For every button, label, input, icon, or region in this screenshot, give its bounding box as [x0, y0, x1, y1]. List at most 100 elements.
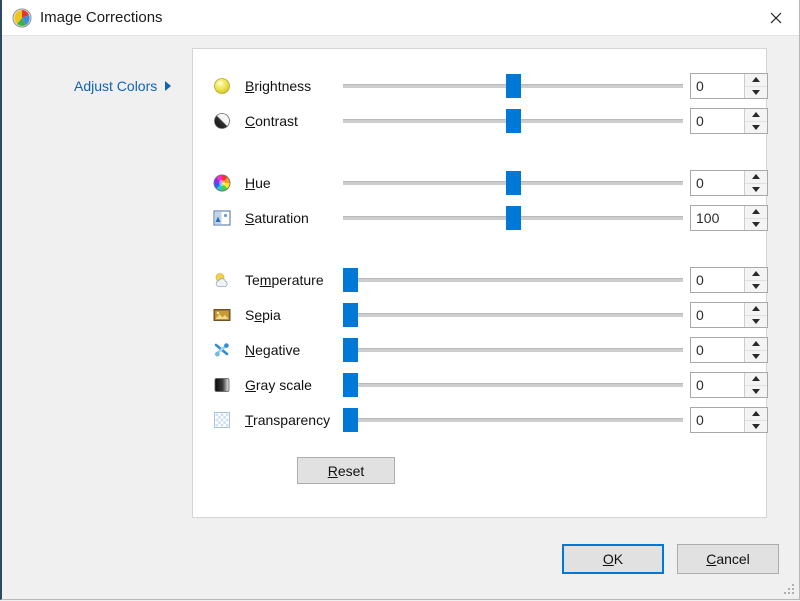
triangle-down-icon	[752, 283, 760, 289]
hue-wheel-icon	[213, 174, 231, 192]
resize-grip[interactable]	[783, 583, 796, 596]
triangle-up-icon	[752, 376, 760, 382]
contrast-icon	[213, 112, 231, 130]
slider-temperature[interactable]	[343, 266, 683, 294]
slider-hue[interactable]	[343, 169, 683, 197]
close-icon	[770, 12, 782, 24]
spinner-saturation[interactable]: 100	[690, 205, 768, 231]
triangle-up-icon	[752, 112, 760, 118]
spinner-down-hue[interactable]	[745, 184, 767, 196]
slider-thumb-brightness[interactable]	[506, 74, 521, 98]
triangle-down-icon	[752, 186, 760, 192]
spinner-brightness[interactable]: 0	[690, 73, 768, 99]
spinner-value-temperature[interactable]: 0	[691, 268, 744, 292]
title-bar: Image Corrections	[2, 0, 799, 36]
spinner-down-contrast[interactable]	[745, 122, 767, 134]
triangle-up-icon	[752, 341, 760, 347]
spinner-up-temperature[interactable]	[745, 268, 767, 281]
spinner-down-temperature[interactable]	[745, 281, 767, 293]
triangle-down-icon	[752, 388, 760, 394]
label-temperature: Temperature	[245, 272, 324, 288]
spinner-down-negative[interactable]	[745, 351, 767, 363]
spinner-value-saturation[interactable]: 100	[691, 206, 744, 230]
slider-saturation[interactable]	[343, 204, 683, 232]
color-palette-icon	[12, 8, 32, 28]
spinner-down-saturation[interactable]	[745, 219, 767, 231]
slider-sepia[interactable]	[343, 301, 683, 329]
spinner-buttons-sepia	[744, 303, 767, 327]
grayscale-icon	[213, 376, 231, 394]
spinner-down-gray-scale[interactable]	[745, 386, 767, 398]
negative-icon	[213, 341, 231, 359]
spinner-value-gray-scale[interactable]: 0	[691, 373, 744, 397]
spinner-value-transparency[interactable]: 0	[691, 408, 744, 432]
control-row-contrast: Contrast 0	[193, 107, 768, 135]
nav-item-adjust-colors-label: Adjust Colors	[74, 78, 158, 94]
slider-thumb-contrast[interactable]	[506, 109, 521, 133]
triangle-up-icon	[752, 411, 760, 417]
slider-negative[interactable]	[343, 336, 683, 364]
spinner-up-contrast[interactable]	[745, 109, 767, 122]
saturation-icon	[213, 209, 231, 227]
label-contrast: Contrast	[245, 113, 298, 129]
label-negative: Negative	[245, 342, 301, 358]
spinner-down-brightness[interactable]	[745, 87, 767, 99]
slider-track-sepia	[343, 313, 683, 317]
temperature-icon	[213, 271, 231, 289]
adjust-colors-panel: Brightness 0 Contrast 0 Hue 0 Saturation 100 Tem…	[192, 48, 768, 518]
spinner-value-brightness[interactable]: 0	[691, 74, 744, 98]
slider-thumb-transparency[interactable]	[343, 408, 358, 432]
slider-brightness[interactable]	[343, 72, 683, 100]
sepia-icon	[213, 306, 231, 324]
slider-thumb-temperature[interactable]	[343, 268, 358, 292]
spinner-temperature[interactable]: 0	[690, 267, 768, 293]
spinner-up-transparency[interactable]	[745, 408, 767, 421]
spinner-up-sepia[interactable]	[745, 303, 767, 316]
brightness-icon	[213, 77, 231, 95]
slider-contrast[interactable]	[343, 107, 683, 135]
spinner-down-sepia[interactable]	[745, 316, 767, 328]
spinner-value-negative[interactable]: 0	[691, 338, 744, 362]
spinner-buttons-contrast	[744, 109, 767, 133]
spinner-value-sepia[interactable]: 0	[691, 303, 744, 327]
spinner-hue[interactable]: 0	[690, 170, 768, 196]
slider-thumb-negative[interactable]	[343, 338, 358, 362]
ok-button[interactable]: OK	[562, 544, 664, 574]
slider-thumb-saturation[interactable]	[506, 206, 521, 230]
ok-button-label: OK	[602, 551, 624, 567]
spinner-value-contrast[interactable]: 0	[691, 109, 744, 133]
spinner-up-saturation[interactable]	[745, 206, 767, 219]
slider-transparency[interactable]	[343, 406, 683, 434]
spinner-value-hue[interactable]: 0	[691, 171, 744, 195]
spinner-buttons-temperature	[744, 268, 767, 292]
close-button[interactable]	[753, 0, 799, 35]
spinner-buttons-gray-scale	[744, 373, 767, 397]
spinner-sepia[interactable]: 0	[690, 302, 768, 328]
spinner-buttons-brightness	[744, 74, 767, 98]
reset-button[interactable]: Reset	[297, 457, 395, 484]
slider-thumb-hue[interactable]	[506, 171, 521, 195]
slider-thumb-gray-scale[interactable]	[343, 373, 358, 397]
spinner-gray-scale[interactable]: 0	[690, 372, 768, 398]
spinner-negative[interactable]: 0	[690, 337, 768, 363]
slider-track-gray-scale	[343, 383, 683, 387]
triangle-up-icon	[752, 209, 760, 215]
slider-thumb-sepia[interactable]	[343, 303, 358, 327]
triangle-up-icon	[752, 77, 760, 83]
transparency-icon	[213, 411, 231, 429]
nav-item-adjust-colors[interactable]: Adjust Colors	[74, 78, 172, 94]
spinner-contrast[interactable]: 0	[690, 108, 768, 134]
triangle-up-icon	[752, 306, 760, 312]
slider-gray-scale[interactable]	[343, 371, 683, 399]
control-row-negative: Negative 0	[193, 336, 768, 364]
spinner-down-transparency[interactable]	[745, 421, 767, 433]
spinner-transparency[interactable]: 0	[690, 407, 768, 433]
label-gray-scale: Gray scale	[245, 377, 312, 393]
spinner-up-negative[interactable]	[745, 338, 767, 351]
spinner-up-brightness[interactable]	[745, 74, 767, 87]
spinner-buttons-hue	[744, 171, 767, 195]
spinner-up-hue[interactable]	[745, 171, 767, 184]
cancel-button[interactable]: Cancel	[677, 544, 779, 574]
image-corrections-dialog: Image Corrections Adjust Colors Brightne…	[0, 0, 800, 600]
spinner-up-gray-scale[interactable]	[745, 373, 767, 386]
